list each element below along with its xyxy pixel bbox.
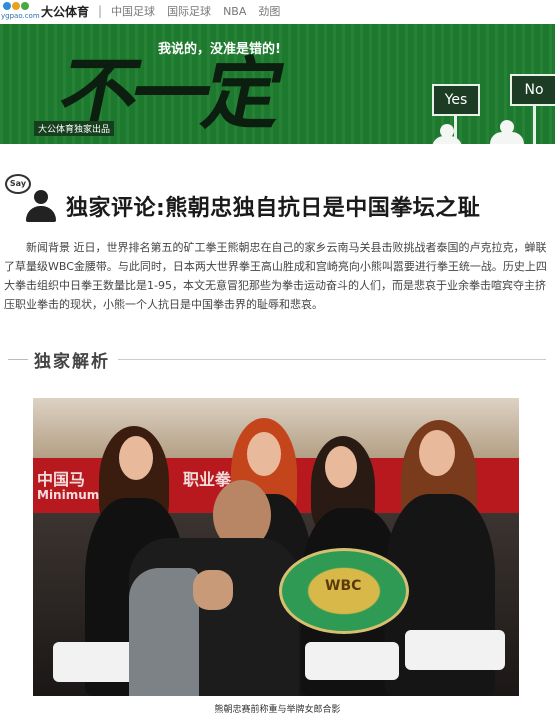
no-sign: No <box>510 74 555 106</box>
nav-link-intl-football[interactable]: 国际足球 <box>167 3 211 19</box>
yes-sign: Yes <box>432 84 480 116</box>
section-header: 独家解析 <box>0 345 555 373</box>
nav-link-nba[interactable]: NBA <box>223 5 246 18</box>
banner-slogan: 我说的，没准是错的! <box>158 42 281 57</box>
article-summary: 新闻背景 近日，世界排名第五的矿工拳王熊朝忠在自己的家乡云南马关县击败挑战者泰国… <box>4 241 547 311</box>
top-nav: ygpao.com 大公体育 | 中国足球 国际足球 NBA 劲图 <box>0 0 555 22</box>
say-bubble-icon: Say <box>5 174 31 194</box>
section-title: 独家解析 <box>34 352 110 372</box>
photo-caption: 熊朝忠赛前称重与举牌女郎合影 <box>214 705 341 715</box>
divider <box>118 359 546 360</box>
article-headline: 独家评论:熊朝忠独自抗日是中国拳坛之耻 <box>66 196 481 221</box>
figure-body-icon <box>490 132 524 144</box>
site-logo[interactable]: ygpao.com <box>1 1 40 21</box>
nav-link-photos[interactable]: 劲图 <box>258 3 280 19</box>
banner-credit: 大公体育独家出品 <box>34 121 115 136</box>
person-head-icon <box>34 190 48 204</box>
article-photo: 中国马 职业拳 Minimum WBC <box>33 398 519 696</box>
brand-name[interactable]: 大公体育 <box>41 3 89 20</box>
article-title-row: Say 独家评论:熊朝忠独自抗日是中国拳坛之耻 <box>0 168 555 232</box>
person-body-icon <box>26 206 56 222</box>
nav-link-china-football[interactable]: 中国足球 <box>111 3 155 19</box>
divider <box>8 359 28 360</box>
column-banner: 不一定 我说的，没准是错的! 大公体育独家出品 Yes No <box>0 24 555 144</box>
sign-pole <box>533 106 536 144</box>
nav-separator: | <box>98 4 103 18</box>
